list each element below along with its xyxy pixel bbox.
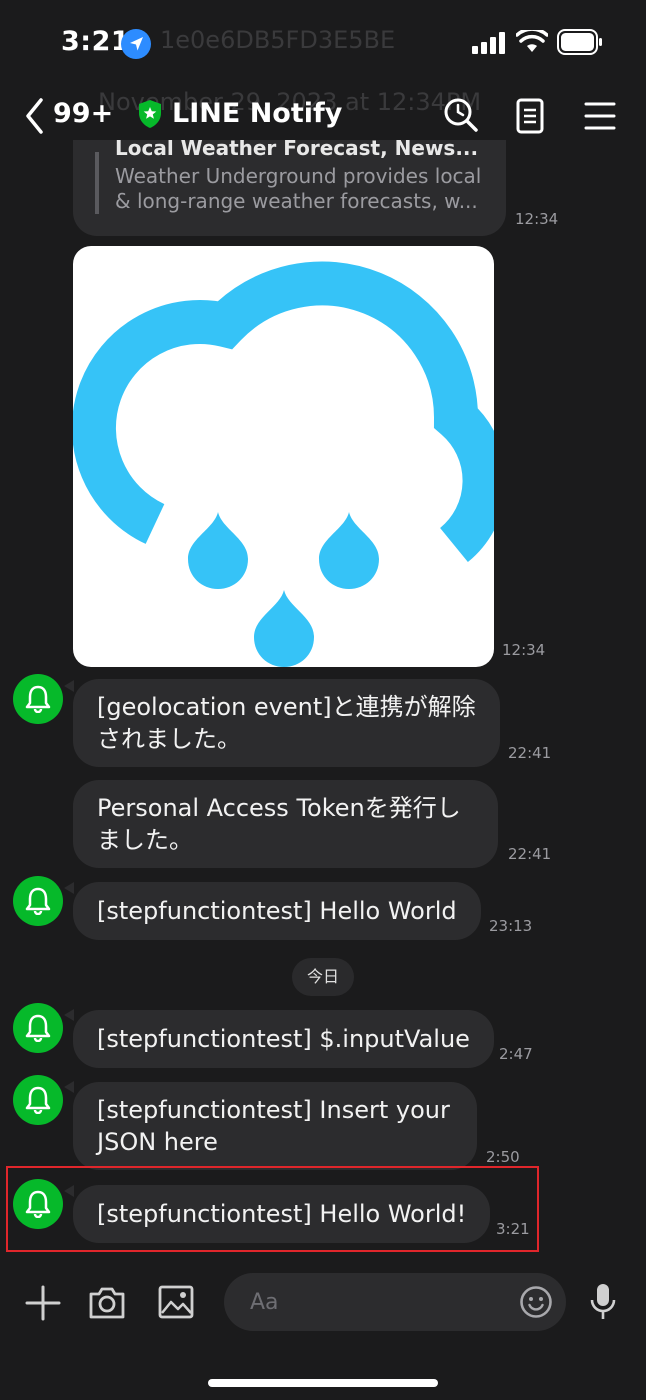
message-time: 22:41 xyxy=(508,744,552,762)
message-time: 23:13 xyxy=(489,917,533,935)
link-title: Local Weather Forecast, News... xyxy=(115,140,479,160)
rain-cloud-icon xyxy=(73,261,494,667)
image-message[interactable] xyxy=(73,246,494,667)
message-time: 2:47 xyxy=(499,1045,533,1063)
link-description: Weather Underground provides local & lon… xyxy=(115,164,482,213)
wifi-icon xyxy=(516,30,548,52)
microphone-icon[interactable] xyxy=(588,1282,618,1322)
chat-title: LINE Notify xyxy=(172,98,343,129)
camera-icon[interactable] xyxy=(88,1284,126,1320)
bot-avatar[interactable] xyxy=(13,1075,63,1125)
unread-count[interactable]: 99+ xyxy=(53,98,113,129)
signal-icon xyxy=(472,32,505,54)
message-bubble[interactable]: [stepfunctiontest] Hello World xyxy=(73,882,481,940)
link-quote-bar xyxy=(95,152,99,214)
bell-icon xyxy=(25,685,51,713)
battery-icon xyxy=(557,29,602,55)
message-bubble[interactable]: [stepfunctiontest] $.inputValue xyxy=(73,1010,494,1068)
location-arrow-icon xyxy=(121,29,151,59)
home-indicator xyxy=(208,1379,438,1387)
bell-icon xyxy=(25,887,51,915)
search-icon[interactable] xyxy=(441,95,481,135)
bot-avatar[interactable] xyxy=(13,1003,63,1053)
ghost-header-line1: 1e0e6DB5FD3E5BE xyxy=(160,26,396,54)
message-time: 12:34 xyxy=(502,641,546,659)
message-time: 2:50 xyxy=(486,1148,520,1166)
menu-icon[interactable] xyxy=(580,96,620,136)
message-bubble[interactable]: [stepfunctiontest] Insert your JSON here xyxy=(73,1082,477,1170)
date-divider: 今日 xyxy=(292,958,354,996)
plus-icon[interactable] xyxy=(24,1284,62,1322)
status-time: 3:21 xyxy=(61,26,131,57)
bell-icon xyxy=(25,1086,51,1114)
message-bubble[interactable]: Personal Access Tokenを発行しました。 xyxy=(73,780,498,868)
image-icon[interactable] xyxy=(158,1285,194,1319)
bubble-tail xyxy=(64,882,74,894)
bubble-tail xyxy=(64,680,74,692)
bell-icon xyxy=(25,1014,51,1042)
message-input[interactable] xyxy=(224,1273,566,1331)
bubble-tail xyxy=(64,1081,74,1093)
verified-shield-icon xyxy=(139,100,161,128)
back-chevron-icon[interactable] xyxy=(22,96,52,136)
message-time: 22:41 xyxy=(508,845,552,863)
notes-icon[interactable] xyxy=(510,96,550,136)
message-time: 12:34 xyxy=(515,210,559,228)
link-preview-card[interactable]: Local Weather Forecast, News... Weather … xyxy=(73,140,506,236)
emoji-icon[interactable] xyxy=(519,1285,553,1319)
bot-avatar[interactable] xyxy=(13,674,63,724)
message-bubble[interactable]: [geolocation event]と連携が解除されました。 xyxy=(73,679,500,767)
bubble-tail xyxy=(64,1009,74,1021)
bot-avatar[interactable] xyxy=(13,876,63,926)
highlight-annotation xyxy=(6,1166,539,1252)
